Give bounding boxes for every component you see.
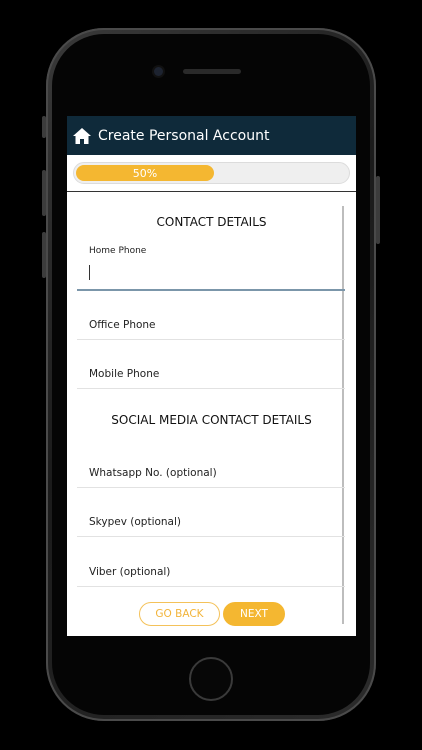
home-phone-field[interactable]: Home Phone xyxy=(77,242,345,291)
mobile-phone-field[interactable]: Mobile Phone xyxy=(77,340,345,389)
home-icon[interactable] xyxy=(72,126,92,146)
skype-label: Skypev (optional) xyxy=(89,516,182,528)
page-title: Create Personal Account xyxy=(98,127,270,144)
progress-label: 50% xyxy=(132,166,158,180)
mute-switch xyxy=(42,116,46,138)
home-phone-label: Home Phone xyxy=(89,246,147,256)
go-back-button[interactable]: GO BACK xyxy=(139,602,220,626)
office-phone-label: Office Phone xyxy=(89,319,156,331)
viber-field[interactable]: Viber (optional) xyxy=(77,538,345,587)
app-header: Create Personal Account xyxy=(67,116,356,155)
front-camera xyxy=(154,67,163,76)
volume-down-button xyxy=(42,232,46,278)
text-cursor xyxy=(89,265,90,280)
skype-field[interactable]: Skypev (optional) xyxy=(77,488,345,537)
viber-label: Viber (optional) xyxy=(89,566,171,578)
whatsapp-field[interactable]: Whatsapp No. (optional) xyxy=(77,439,345,488)
app-screen: Create Personal Account 50% CONTACT DETA… xyxy=(67,116,356,636)
volume-up-button xyxy=(42,170,46,216)
contact-details-heading: CONTACT DETAILS xyxy=(156,215,267,229)
social-media-heading: SOCIAL MEDIA CONTACT DETAILS xyxy=(111,413,312,427)
divider xyxy=(67,191,356,192)
next-button[interactable]: NEXT xyxy=(223,602,285,626)
earpiece-speaker xyxy=(183,69,241,74)
whatsapp-label: Whatsapp No. (optional) xyxy=(89,467,217,479)
office-phone-field[interactable]: Office Phone xyxy=(77,291,345,340)
home-button[interactable] xyxy=(189,657,233,701)
mobile-phone-label: Mobile Phone xyxy=(89,368,160,380)
progress-bar: 50% xyxy=(73,162,350,184)
power-button xyxy=(376,176,380,244)
progress-fill: 50% xyxy=(76,165,214,181)
